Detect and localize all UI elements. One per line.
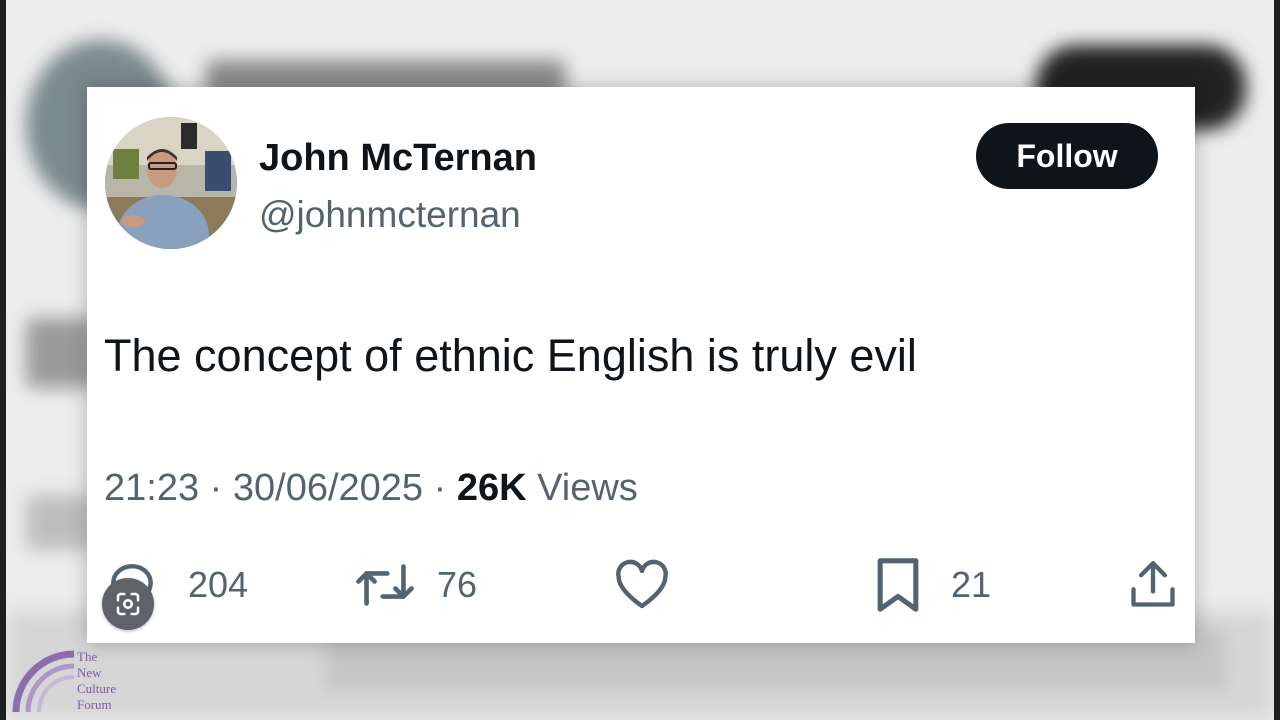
lens-icon[interactable]: [102, 578, 154, 630]
tweet-date[interactable]: 30/06/2025: [233, 467, 423, 509]
views-count: 26K: [456, 467, 527, 509]
avatar[interactable]: [105, 117, 237, 249]
share-icon: [1127, 559, 1179, 611]
tweet-text: The concept of ethnic English is truly e…: [104, 330, 917, 381]
tweet-meta: 21:23 · 30/06/2025 · 26K Views: [104, 467, 638, 510]
culture-forum-logo-icon: [12, 650, 75, 713]
blurred-text: [26, 318, 96, 388]
like-button[interactable]: [614, 555, 670, 615]
reply-count: 204: [188, 564, 249, 605]
watermark-line: The: [77, 649, 98, 664]
bookmark-button[interactable]: 21: [875, 555, 991, 615]
bookmark-icon: [875, 557, 921, 613]
retweet-icon: [355, 559, 415, 611]
meta-separator: ·: [433, 467, 447, 509]
share-button[interactable]: [1127, 555, 1179, 615]
author-handle[interactable]: @johnmcternan: [259, 194, 521, 236]
follow-button[interactable]: Follow: [976, 123, 1158, 189]
tweet-card: John McTernan @johnmcternan Follow The c…: [87, 87, 1195, 643]
meta-separator: ·: [209, 467, 223, 509]
bookmark-count: 21: [951, 564, 992, 605]
retweet-button[interactable]: 76: [355, 555, 477, 615]
retweet-count: 76: [437, 564, 478, 605]
watermark-text: The New Culture Forum: [77, 649, 137, 713]
author-name[interactable]: John McTernan: [259, 137, 537, 180]
watermark-line: New: [77, 665, 102, 680]
views-label: Views: [537, 467, 638, 509]
tweet-time[interactable]: 21:23: [104, 467, 199, 509]
watermark-line: Forum: [77, 697, 112, 712]
watermark-line: Culture: [77, 681, 116, 696]
avatar-photo: [105, 117, 237, 249]
heart-icon: [614, 559, 670, 611]
blurred-timestamp: [26, 495, 96, 550]
